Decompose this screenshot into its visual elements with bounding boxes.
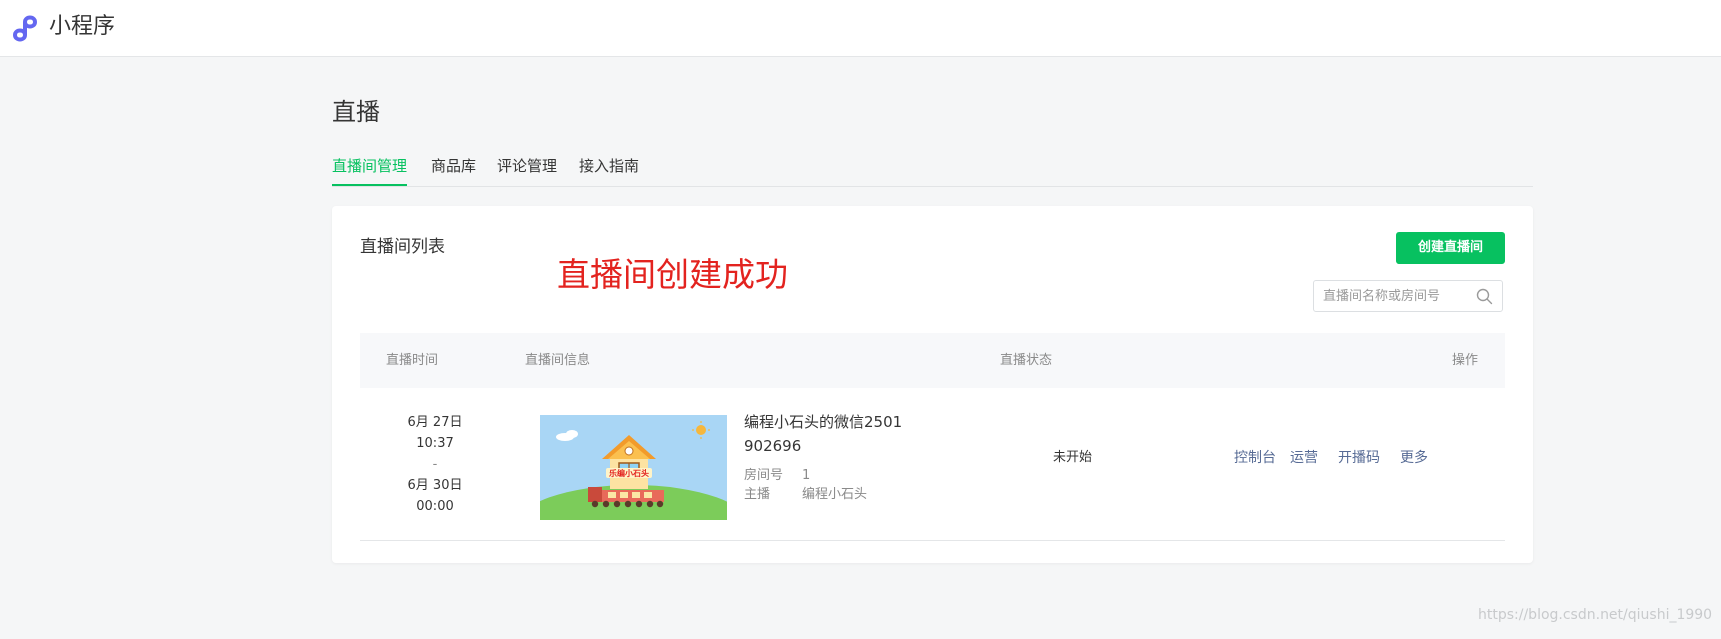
- console-link[interactable]: 控制台: [1234, 448, 1276, 468]
- room-number-value: 1: [802, 468, 811, 483]
- live-room-list-card: 直播间列表 直播间创建成功 创建直播间 直播时间 直播间信息 直播状态 操作 6…: [332, 206, 1533, 563]
- page-title: 直播: [332, 98, 380, 126]
- search-input[interactable]: [1314, 281, 1473, 311]
- start-time: 10:37: [416, 436, 454, 451]
- end-time: 00:00: [416, 499, 454, 514]
- svg-text:乐编小石头: 乐编小石头: [609, 468, 649, 478]
- app-name: 小程序: [49, 14, 116, 39]
- thumbnail-illustration: 乐编小石头: [540, 415, 727, 520]
- operations-link[interactable]: 运营: [1290, 448, 1318, 468]
- tab-live-room-management[interactable]: 直播间管理: [332, 155, 408, 186]
- miniprogram-logo-icon[interactable]: [11, 13, 41, 43]
- anchor-label: 主播: [744, 487, 771, 502]
- anchor: 主播 编程小石头: [744, 485, 867, 505]
- more-link[interactable]: 更多: [1400, 448, 1428, 468]
- tab-comment-management[interactable]: 评论管理: [497, 155, 557, 185]
- stream-code-link[interactable]: 开播码: [1338, 448, 1380, 468]
- tab-bar: 直播间管理 商品库 评论管理 接入指南: [332, 155, 1533, 187]
- column-header-time: 直播时间: [386, 353, 439, 368]
- tab-access-guide[interactable]: 接入指南: [579, 155, 639, 185]
- watermark: https://blog.csdn.net/qiushi_1990: [1478, 607, 1713, 623]
- top-bar: 小程序: [0, 0, 1721, 57]
- live-time: 6月 27日 10:37 - 6月 30日 00:00: [360, 412, 510, 517]
- search-icon[interactable]: [1476, 288, 1493, 305]
- column-header-info: 直播间信息: [525, 353, 591, 368]
- anchor-value: 编程小石头: [802, 487, 868, 502]
- live-room-thumbnail[interactable]: 乐编小石头: [540, 415, 727, 520]
- column-header-actions: 操作: [1452, 353, 1479, 368]
- success-message: 直播间创建成功: [557, 255, 788, 294]
- table-row: 6月 27日 10:37 - 6月 30日 00:00 乐编小石头 编程小石头的…: [360, 388, 1505, 541]
- start-date: 6月 27日: [407, 415, 463, 430]
- room-number: 房间号 1: [744, 466, 810, 486]
- end-date: 6月 30日: [407, 478, 463, 493]
- search-box: [1313, 280, 1503, 312]
- create-live-room-button[interactable]: 创建直播间: [1396, 232, 1505, 264]
- room-number-label: 房间号: [744, 468, 784, 483]
- table-header: 直播时间 直播间信息 直播状态 操作: [360, 333, 1505, 388]
- time-separator: -: [432, 457, 438, 472]
- card-title: 直播间列表: [360, 237, 445, 257]
- live-status: 未开始: [1053, 450, 1093, 465]
- column-header-status: 直播状态: [1000, 353, 1053, 368]
- live-room-name: 编程小石头的微信2501902696: [744, 413, 903, 455]
- tab-product-library[interactable]: 商品库: [431, 155, 476, 185]
